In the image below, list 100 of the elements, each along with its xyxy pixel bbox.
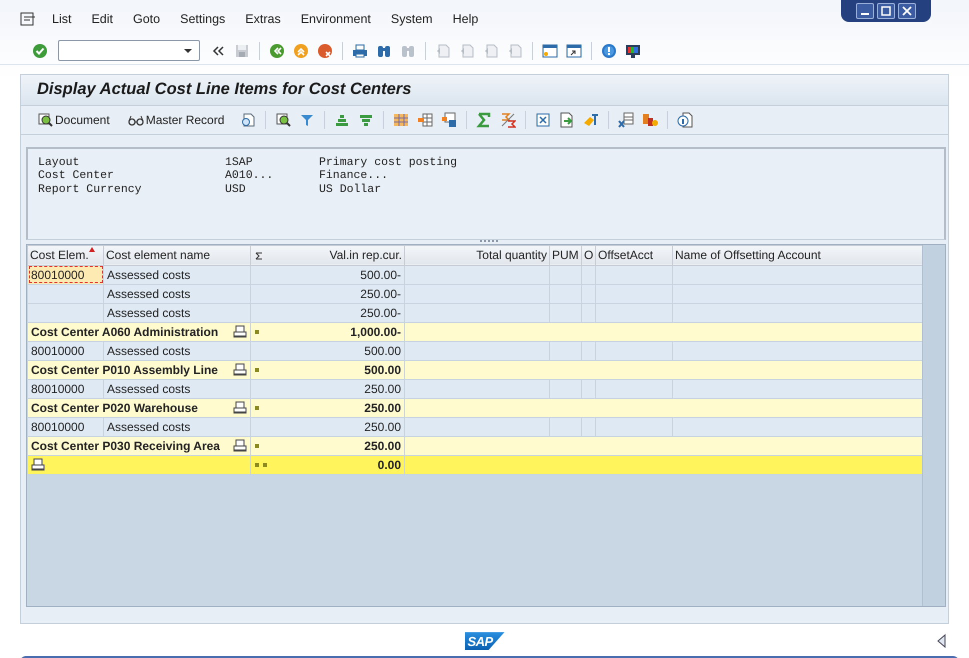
header-label: Report Currency bbox=[38, 182, 143, 196]
table-save-icon bbox=[441, 112, 458, 128]
info-page-icon bbox=[677, 112, 694, 128]
minimize-icon bbox=[861, 13, 869, 15]
page-arrow-icon bbox=[507, 42, 523, 59]
menu-item[interactable]: Help bbox=[442, 12, 488, 26]
table-cell: Assessed costs bbox=[104, 303, 250, 322]
menu-item[interactable]: Settings bbox=[170, 12, 236, 26]
total-value: 500.00 bbox=[364, 362, 401, 377]
column-header[interactable]: Name of Offsetting Account bbox=[672, 245, 922, 266]
menu-item[interactable]: System bbox=[380, 12, 443, 26]
menu-item[interactable]: Edit bbox=[81, 12, 123, 26]
table-cell: 500.00 bbox=[250, 341, 404, 360]
subtotal-level-icon bbox=[254, 328, 262, 335]
menu-item[interactable]: Environment bbox=[290, 12, 381, 26]
header-value: A010... bbox=[225, 169, 274, 183]
sigma-icon bbox=[476, 112, 492, 128]
percent-sigma-icon bbox=[500, 112, 516, 128]
table-cell: 250.00- bbox=[250, 284, 404, 304]
subtotal-label: Cost Center P010 Assembly Line bbox=[31, 362, 218, 377]
table-cell: 80010000 bbox=[28, 417, 104, 436]
screen-title: Display Actual Cost Line Items for Cost Centers bbox=[37, 80, 412, 100]
header-description: Finance... bbox=[319, 169, 390, 183]
header-value: 1SAP bbox=[225, 156, 254, 170]
subtotal-label: Cost Center A060 Administration bbox=[31, 324, 218, 339]
print-icon bbox=[352, 42, 368, 59]
column-header[interactable]: PUM bbox=[550, 245, 582, 266]
printer-icon bbox=[31, 458, 45, 472]
header-label: Cost Center bbox=[38, 169, 115, 183]
subtotal-level-icon bbox=[254, 366, 262, 373]
table-cell: Assessed costs bbox=[104, 417, 250, 436]
splitter-handle-icon bbox=[480, 240, 498, 243]
total-value: 0.00 bbox=[378, 458, 401, 472]
table-cell: 250.00 bbox=[250, 379, 404, 398]
subtotal-level-icon bbox=[254, 404, 262, 411]
column-header[interactable]: Cost element name bbox=[104, 245, 250, 266]
printer-icon bbox=[233, 401, 247, 414]
header-value: USD bbox=[225, 182, 247, 196]
cancel-icon bbox=[317, 42, 333, 59]
total-value: 250.00 bbox=[364, 400, 401, 415]
total-value: 250.00 bbox=[364, 438, 401, 453]
export-icon bbox=[535, 112, 552, 128]
exit-icon bbox=[293, 42, 309, 59]
page-arrow-icon bbox=[459, 42, 475, 59]
check-icon bbox=[32, 42, 48, 59]
toolbar-button[interactable]: Master Record bbox=[124, 108, 228, 131]
column-header[interactable]: OffsetAcct bbox=[596, 245, 672, 266]
maximize-icon bbox=[881, 6, 891, 16]
column-header[interactable]: O bbox=[582, 245, 596, 266]
subtotal-label: Cost Center P020 Warehouse bbox=[31, 400, 198, 415]
close-button[interactable] bbox=[898, 3, 916, 19]
menu-item[interactable]: Goto bbox=[123, 12, 170, 26]
help-icon bbox=[601, 42, 617, 59]
table-cell: Assessed costs bbox=[104, 379, 250, 398]
menu-item[interactable]: Extras bbox=[235, 12, 291, 26]
menu-icon bbox=[20, 12, 36, 26]
column-header[interactable]: Cost Elem. bbox=[28, 245, 104, 266]
table-column-icon bbox=[417, 112, 434, 128]
close-icon bbox=[902, 6, 912, 16]
spreadsheet-icon bbox=[618, 112, 634, 128]
subtotal-level-icon bbox=[254, 442, 262, 449]
table-cell: Assessed costs bbox=[104, 341, 250, 360]
table-cell: 500.00- bbox=[250, 265, 404, 284]
table-cell: 250.00 bbox=[250, 417, 404, 436]
table-cell: Assessed costs bbox=[104, 284, 250, 304]
collapse-arrow-icon bbox=[937, 634, 947, 648]
text-arrow-icon bbox=[583, 112, 600, 128]
back-icon bbox=[269, 42, 285, 59]
save-icon bbox=[234, 42, 250, 59]
shortcut-window-icon bbox=[566, 42, 582, 59]
monitor-icon bbox=[625, 42, 641, 59]
command-field[interactable] bbox=[58, 40, 200, 62]
header-label: Layout bbox=[38, 156, 80, 170]
header-description: Primary cost posting bbox=[319, 156, 458, 170]
table-cell: 80010000 bbox=[28, 379, 104, 398]
layout-grid-icon bbox=[393, 112, 410, 128]
magnifier-page-icon bbox=[240, 112, 256, 128]
magnifier-list-icon bbox=[37, 112, 53, 128]
page-arrow-icon bbox=[483, 42, 499, 59]
column-header[interactable]: Val.in rep.cur. bbox=[250, 245, 404, 266]
spreadsheet-button[interactable] bbox=[616, 110, 636, 130]
printer-icon bbox=[233, 325, 247, 338]
printer-icon bbox=[233, 439, 247, 452]
sap-logo: SAP bbox=[464, 632, 504, 650]
send-page-icon bbox=[559, 112, 576, 128]
table-cell: 80010000 bbox=[28, 341, 104, 360]
maximize-button[interactable] bbox=[877, 3, 895, 19]
subtotal-label: Cost Center P030 Receiving Area bbox=[31, 438, 220, 453]
new-window-icon bbox=[542, 42, 558, 59]
header-description: US Dollar bbox=[319, 182, 382, 196]
minimize-button[interactable] bbox=[856, 3, 874, 19]
toolbar-button[interactable]: Document bbox=[33, 108, 114, 131]
magnifier-list-icon bbox=[275, 112, 292, 128]
table-cell: Assessed costs bbox=[104, 265, 250, 284]
column-header[interactable]: Total quantity bbox=[404, 245, 550, 266]
menu-item[interactable]: List bbox=[42, 12, 82, 26]
subtotal-level-icon bbox=[254, 462, 270, 468]
table-cell: 250.00- bbox=[250, 303, 404, 322]
total-value: 1,000.00- bbox=[350, 324, 401, 339]
info-page-button[interactable] bbox=[675, 110, 696, 130]
